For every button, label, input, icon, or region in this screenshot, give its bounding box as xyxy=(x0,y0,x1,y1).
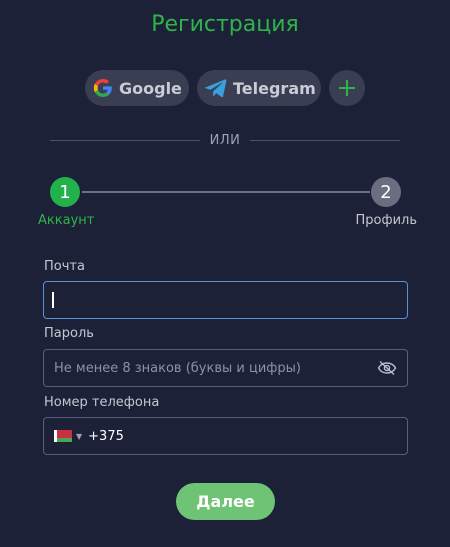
plus-icon xyxy=(336,77,358,99)
telegram-label: Telegram xyxy=(233,78,316,98)
email-field[interactable] xyxy=(43,281,408,319)
google-login-button[interactable]: Google xyxy=(85,70,189,106)
password-input[interactable] xyxy=(54,360,377,376)
phone-code[interactable]: +375 xyxy=(88,429,124,444)
phone-field[interactable]: ▼ +375 xyxy=(43,417,408,455)
next-button[interactable]: Далее xyxy=(176,483,275,520)
step-2-label: Профиль xyxy=(355,213,417,228)
social-login-row: Google Telegram xyxy=(0,70,450,106)
country-dropdown-icon[interactable]: ▼ xyxy=(76,432,82,441)
google-label: Google xyxy=(119,78,182,98)
belarus-flag-icon[interactable] xyxy=(54,430,72,442)
email-label: Почта xyxy=(44,259,85,274)
telegram-login-button[interactable]: Telegram xyxy=(197,70,321,106)
email-input[interactable] xyxy=(54,292,397,308)
divider-line-left xyxy=(50,139,200,141)
or-divider: ИЛИ xyxy=(50,130,401,150)
divider-text: ИЛИ xyxy=(209,132,241,148)
telegram-icon xyxy=(205,77,227,99)
step-2-indicator: 2 xyxy=(371,177,401,207)
step-1-indicator: 1 xyxy=(50,177,80,207)
phone-label: Номер телефона xyxy=(44,395,160,410)
page-title: Регистрация xyxy=(151,12,299,37)
registration-stepper: 1 2 Аккаунт Профиль xyxy=(0,175,450,235)
password-field[interactable] xyxy=(43,349,408,387)
more-login-options-button[interactable] xyxy=(329,70,365,106)
google-icon xyxy=(93,77,113,99)
eye-off-icon[interactable] xyxy=(377,358,397,378)
password-label: Пароль xyxy=(44,326,94,341)
step-1-label: Аккаунт xyxy=(38,213,95,228)
divider-line-right xyxy=(250,139,401,141)
stepper-line xyxy=(82,191,370,193)
